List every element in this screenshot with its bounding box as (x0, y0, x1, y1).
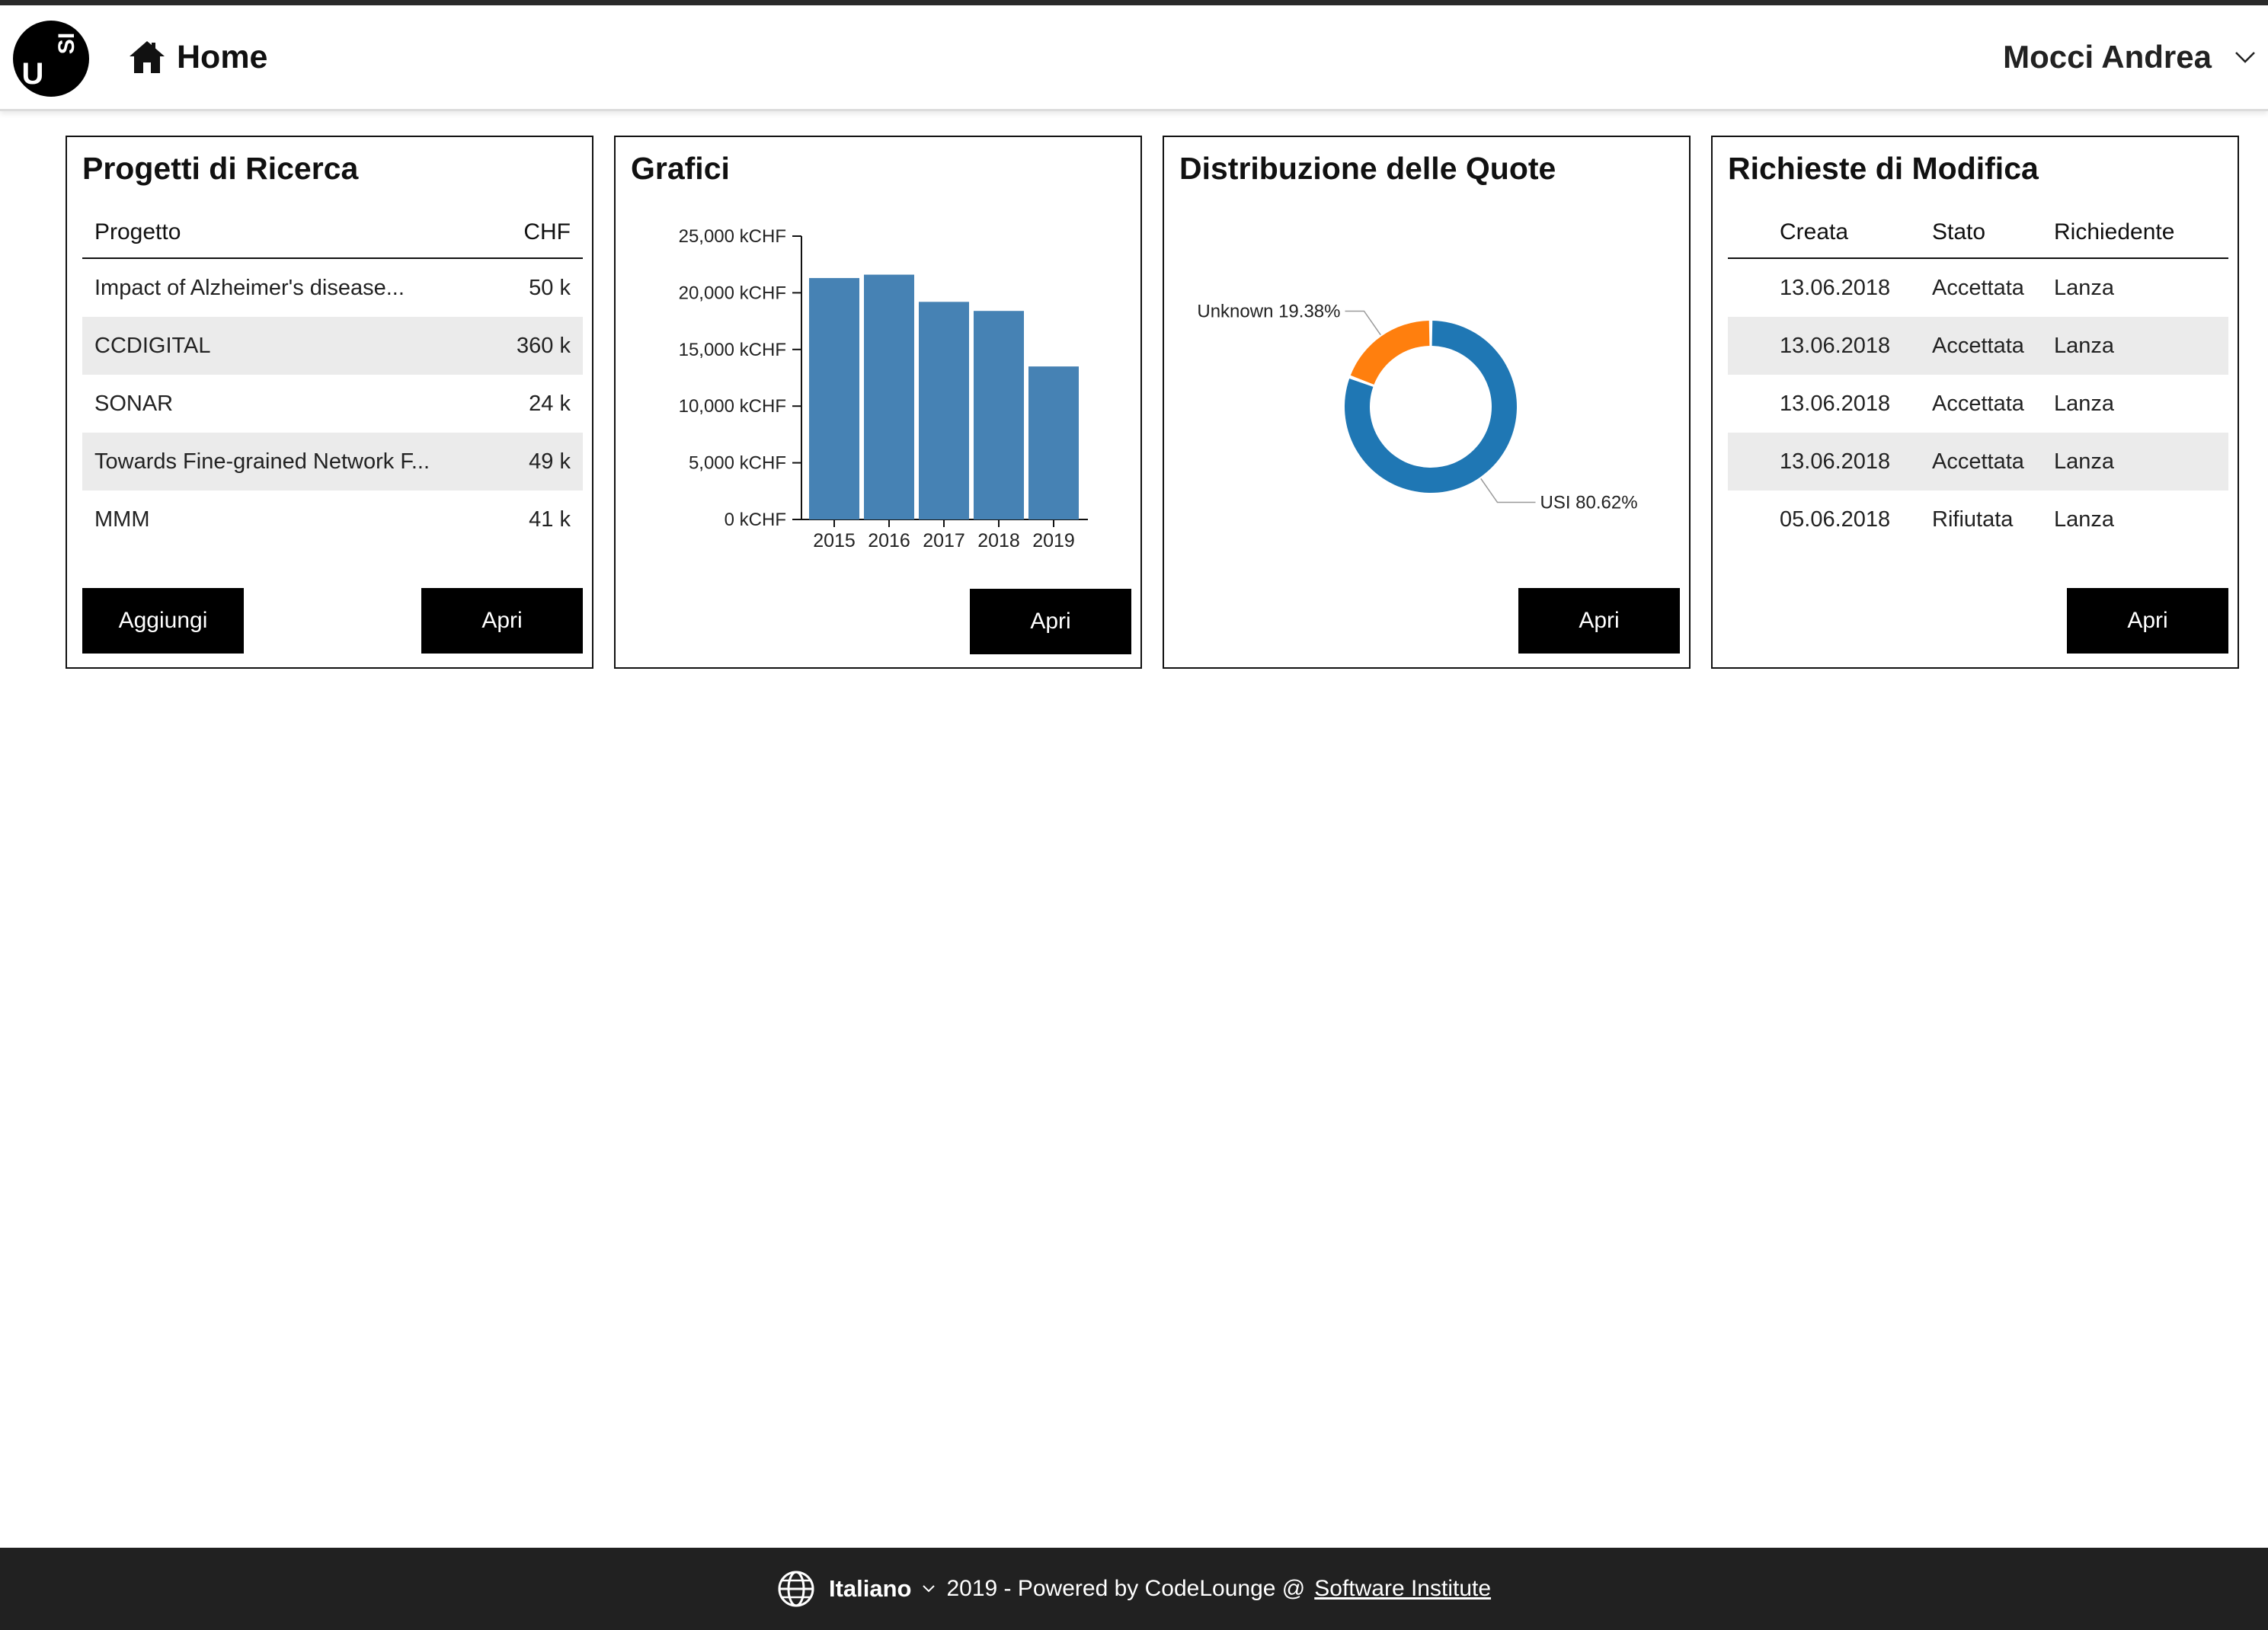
top-navbar: U SI Home Mocci Andrea (0, 5, 2268, 111)
chevron-down-icon[interactable] (922, 1584, 936, 1593)
y-tick-label: 0 kCHF (725, 510, 786, 530)
request-requester: Lanza (2054, 391, 2115, 416)
project-chf: 41 k (529, 507, 571, 532)
open-charts-button[interactable]: Apri (970, 589, 1131, 654)
project-name: CCDIGITAL (82, 317, 494, 375)
quotes-title: Distribuzione delle Quote (1179, 151, 1556, 186)
request-created: 05.06.2018 (1780, 507, 1891, 532)
project-name: SONAR (94, 391, 174, 416)
language-selector[interactable]: Italiano (829, 1575, 912, 1603)
request-status: Accettata (1932, 433, 2054, 491)
bar-2016 (864, 274, 914, 519)
slice-leader-line (1480, 478, 1536, 503)
charts-card: Grafici 0 kCHF 5,000 kCHF 10,000 kCHF 15,00… (614, 136, 1142, 669)
svg-text:SI: SI (54, 33, 79, 54)
y-tick-label: 20,000 kCHF (679, 283, 786, 303)
table-row[interactable]: 13.06.2018 Accettata Lanza (1728, 433, 2228, 491)
home-icon (130, 41, 165, 73)
open-quotes-button[interactable]: Apri (1518, 588, 1680, 654)
y-tick-label: 5,000 kCHF (689, 453, 786, 474)
table-header-row: Creata Stato Richiedente (1728, 207, 2228, 259)
slice-label: Unknown 19.38% (1197, 301, 1340, 321)
table-row[interactable]: SONAR 24 k (82, 375, 583, 433)
request-created: 13.06.2018 (1780, 391, 1891, 416)
slice-label: USI 80.62% (1540, 493, 1638, 513)
request-created: 13.06.2018 (1728, 433, 1932, 491)
table-row[interactable]: 13.06.2018 Accettata Lanza (1728, 258, 2228, 317)
request-status: Accettata (1932, 275, 2024, 300)
slice-unknown (1350, 321, 1430, 385)
column-header-chf: CHF (493, 207, 583, 259)
project-chf: 49 k (493, 433, 583, 491)
donut-chart: USI 80.62% Unknown 19.38% (1197, 301, 1638, 513)
projects-table: Progetto CHF Impact of Alzheimer's disea… (82, 207, 583, 548)
request-status: Accettata (1932, 391, 2024, 416)
bar-2019 (1028, 366, 1079, 519)
requests-card: Richieste di Modifica Creata Stato Richi… (1711, 136, 2239, 669)
bar-2015 (809, 278, 859, 519)
quotes-card: Distribuzione delle Quote USI 80.62% Unkn… (1163, 136, 1691, 669)
project-name: Impact of Alzheimer's disease... (94, 275, 405, 300)
table-row[interactable]: CCDIGITAL 360 k (82, 317, 583, 375)
table-row[interactable]: MMM 41 k (82, 491, 583, 548)
column-header-requester: Richiedente (2054, 207, 2228, 259)
project-chf: 24 k (529, 391, 571, 416)
request-created: 13.06.2018 (1780, 275, 1891, 300)
user-name: Mocci Andrea (2003, 39, 2212, 75)
chevron-down-icon (2235, 52, 2255, 63)
table-row[interactable]: 05.06.2018 Rifiutata Lanza (1728, 491, 2228, 548)
projects-title: Progetti di Ricerca (82, 151, 359, 186)
bar-2018 (974, 311, 1024, 519)
y-tick-label: 15,000 kCHF (679, 340, 786, 360)
open-requests-button[interactable]: Apri (2067, 588, 2228, 654)
table-row[interactable]: 13.06.2018 Accettata Lanza (1728, 375, 2228, 433)
request-created: 13.06.2018 (1728, 317, 1932, 375)
request-status: Rifiutata (1932, 507, 2014, 532)
add-project-button[interactable]: Aggiungi (82, 588, 244, 654)
svg-text:U: U (22, 57, 44, 91)
y-tick-label: 10,000 kCHF (679, 396, 786, 417)
bar-2017 (919, 302, 969, 519)
requests-title: Richieste di Modifica (1728, 151, 2039, 186)
user-menu[interactable]: Mocci Andrea (2003, 34, 2256, 80)
x-tick-label: 2019 (1032, 530, 1075, 551)
home-label: Home (177, 38, 268, 75)
x-tick-label: 2018 (977, 530, 1020, 551)
column-header-project: Progetto (82, 207, 494, 259)
bar-chart: 0 kCHF 5,000 kCHF 10,000 kCHF 15,000 kCHF 20… (679, 226, 1088, 551)
request-status: Accettata (1932, 317, 2054, 375)
y-tick-label: 25,000 kCHF (679, 226, 786, 247)
project-name: Towards Fine-grained Network F... (82, 433, 494, 491)
request-requester: Lanza (2054, 317, 2228, 375)
top-border (0, 0, 2268, 5)
home-link[interactable]: Home (128, 34, 267, 80)
footer-text: 2019 - Powered by CodeLounge @ (946, 1576, 1306, 1601)
footer: Italiano 2019 - Powered by CodeLounge @ … (0, 1548, 2268, 1630)
table-header-row: Progetto CHF (82, 207, 583, 259)
request-requester: Lanza (2054, 507, 2115, 532)
software-institute-link[interactable]: Software Institute (1314, 1576, 1491, 1602)
projects-card: Progetti di Ricerca Progetto CHF Impact … (66, 136, 593, 669)
globe-icon (778, 1571, 814, 1607)
request-requester: Lanza (2054, 433, 2228, 491)
usi-logo[interactable]: U SI (13, 21, 89, 97)
table-row[interactable]: Towards Fine-grained Network F... 49 k (82, 433, 583, 491)
x-tick-label: 2015 (813, 530, 856, 551)
table-row[interactable]: 13.06.2018 Accettata Lanza (1728, 317, 2228, 375)
x-tick-label: 2016 (868, 530, 910, 551)
project-chf: 360 k (493, 317, 583, 375)
project-chf: 50 k (529, 275, 571, 300)
project-name: MMM (94, 507, 150, 532)
slice-leader-line (1345, 310, 1381, 336)
requests-table: Creata Stato Richiedente 13.06.2018 Acce… (1728, 207, 2228, 548)
charts-title: Grafici (631, 151, 730, 186)
table-row[interactable]: Impact of Alzheimer's disease... 50 k (82, 258, 583, 317)
request-requester: Lanza (2054, 275, 2115, 300)
x-tick-label: 2017 (923, 530, 965, 551)
column-header-created: Creata (1728, 207, 1932, 259)
open-projects-button[interactable]: Apri (421, 588, 583, 654)
column-header-status: Stato (1932, 207, 2054, 259)
